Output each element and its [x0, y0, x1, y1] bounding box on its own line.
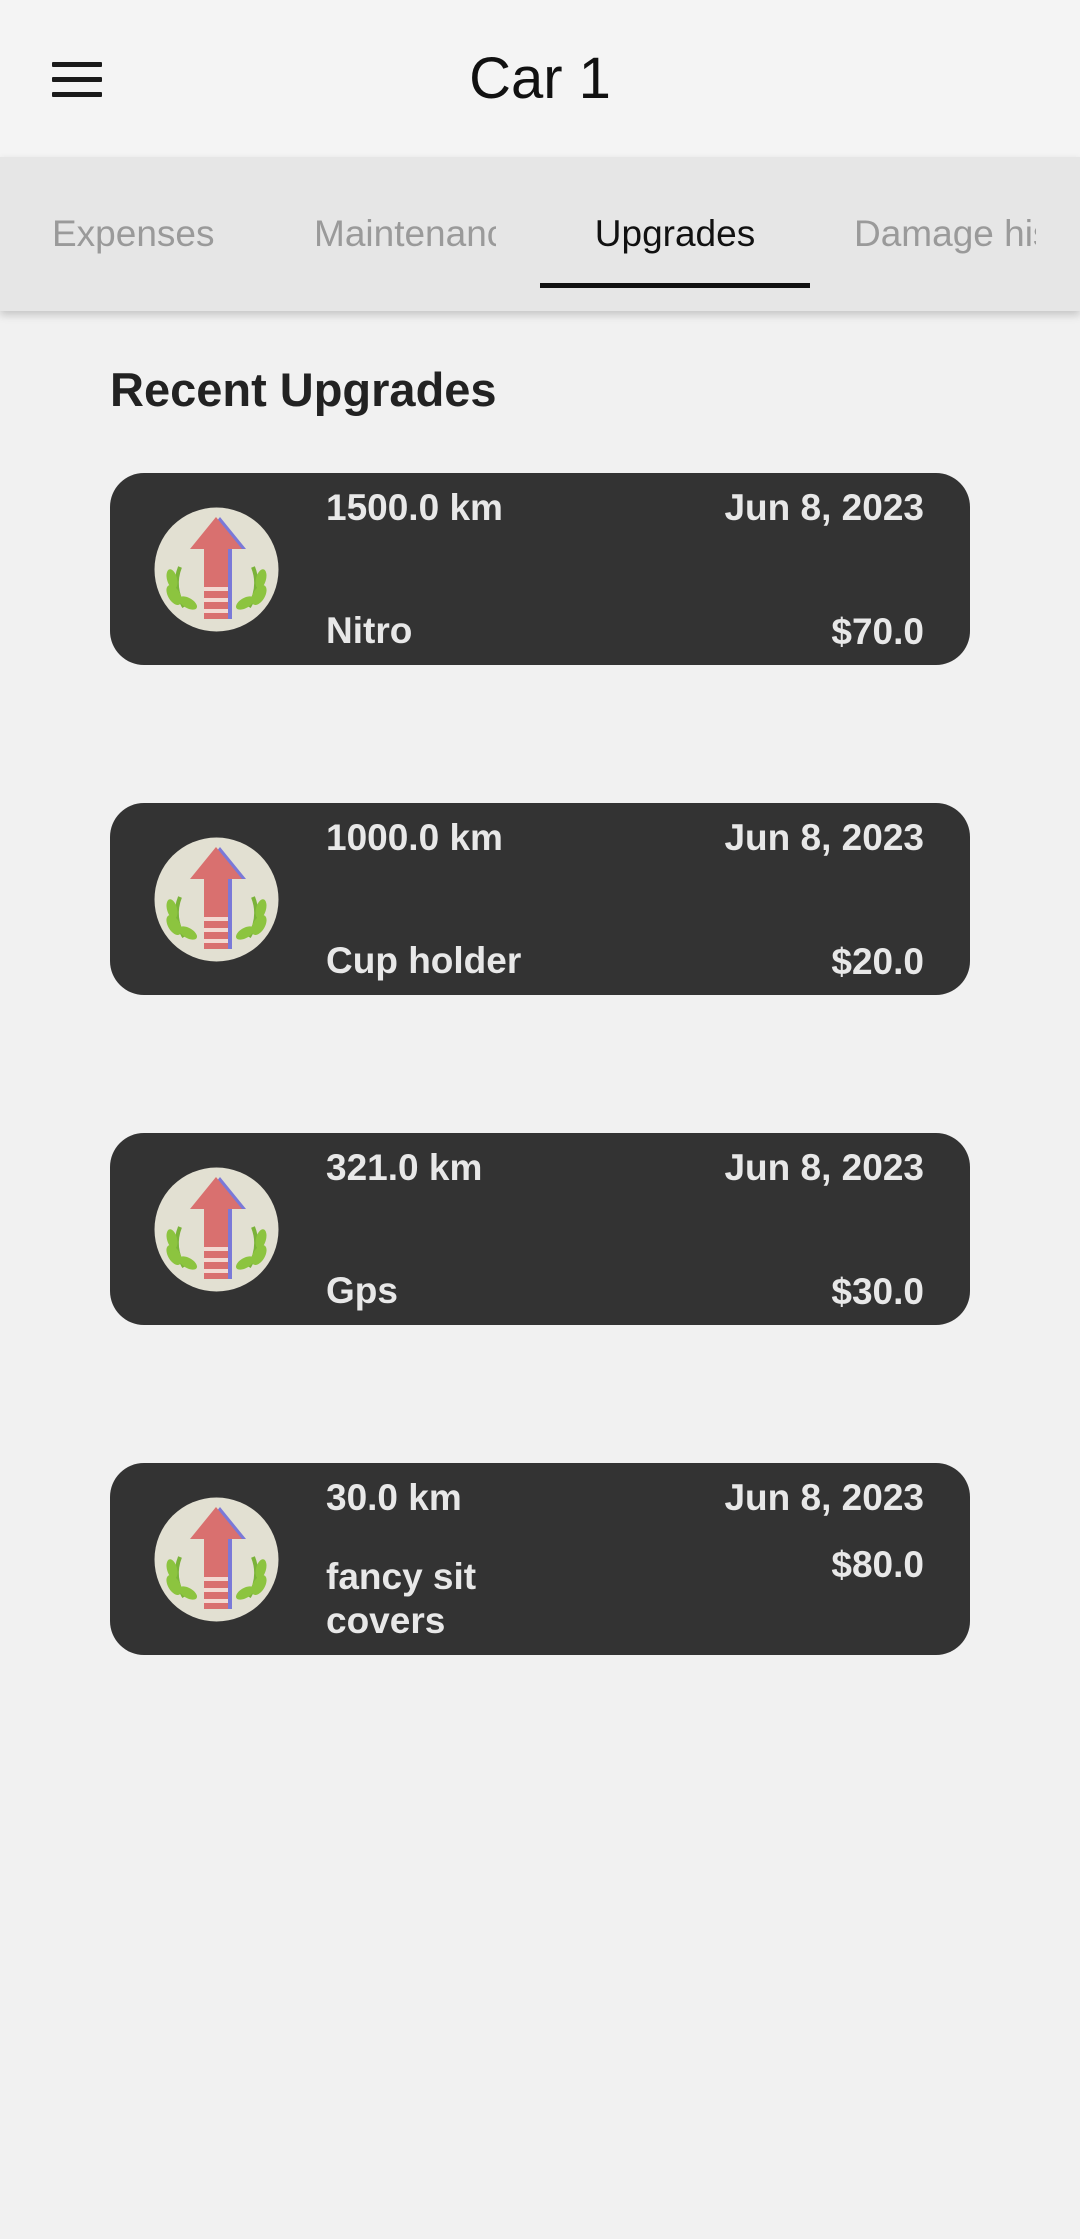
upgrade-cost: $70.0 [831, 611, 924, 652]
upgrade-km: 1000.0 km [326, 817, 503, 858]
upgrade-km: 30.0 km [326, 1477, 462, 1518]
upgrade-name: Gps [326, 1270, 398, 1311]
upgrade-name: fancy sit covers [326, 1556, 477, 1641]
hamburger-menu-icon [52, 62, 102, 98]
upgrade-card[interactable]: 321.0 km Jun 8, 2023 Gps $30.0 [110, 1133, 970, 1325]
tab-damage-history[interactable]: Damage history [854, 157, 1036, 311]
upgrade-arrow-icon [154, 507, 279, 632]
upgrade-card[interactable]: 30.0 km Jun 8, 2023 fancy sit covers $80… [110, 1463, 970, 1655]
upgrade-arrow-icon [154, 1167, 279, 1292]
active-tab-indicator [540, 283, 810, 288]
tab-expenses[interactable]: Expenses [52, 157, 252, 311]
upgrade-km: 321.0 km [326, 1147, 483, 1188]
upgrade-cost: $20.0 [831, 941, 924, 982]
section-title: Recent Upgrades [110, 363, 497, 416]
upgrade-cost: $80.0 [831, 1544, 924, 1585]
app-title: Car 1 [469, 46, 611, 111]
upgrade-card[interactable]: 1500.0 km Jun 8, 2023 Nitro $70.0 [110, 473, 970, 665]
menu-button[interactable] [30, 38, 124, 122]
upgrade-card[interactable]: 1000.0 km Jun 8, 2023 Cup holder $20.0 [110, 803, 970, 995]
upgrade-name: Nitro [326, 610, 413, 651]
app-bar: Car 1 [0, 0, 1080, 157]
upgrade-cost: $30.0 [831, 1271, 924, 1312]
tab-maintenance[interactable]: Maintenance [314, 157, 496, 311]
upgrade-km: 1500.0 km [326, 487, 503, 528]
upgrade-name: Cup holder [326, 940, 522, 981]
upgrade-arrow-icon [154, 1497, 279, 1622]
upgrade-arrow-icon [154, 837, 279, 962]
